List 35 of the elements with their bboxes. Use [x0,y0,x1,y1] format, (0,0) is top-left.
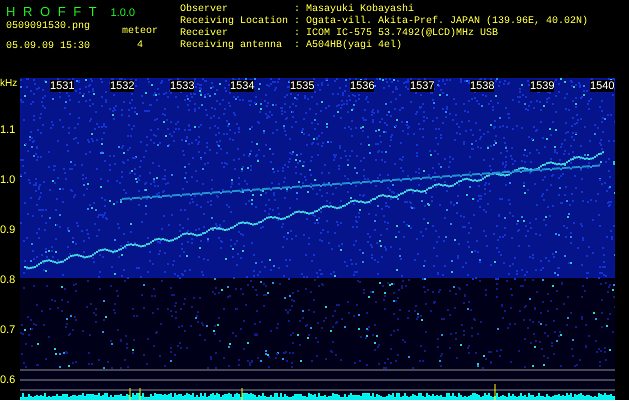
time-label: 1538 [470,80,494,92]
frequency-label: 1.0 [0,173,16,188]
frequency-label: 0.6 [0,373,16,388]
info-value: ICOM IC-575 53.7492(@LCD)MHz USB [306,28,498,40]
unit-label: kHz [0,78,18,90]
time-label: 1536 [350,80,374,92]
info-value: Masayuki Kobayashi [306,4,414,16]
frequency-label: 0.9 [0,223,16,238]
file-name: 0509091530.png [6,21,92,33]
frequency-label: 0.7 [0,323,16,338]
info-label: Receiving Location [180,16,290,28]
app-name: H R O F F T [6,4,99,19]
meteor-label: meteor [122,26,158,38]
time-label: 1531 [50,80,74,92]
info-separator: : [294,16,302,28]
time-label: 1532 [110,80,134,92]
meteor-count: 4 [137,40,144,52]
time-label: 1535 [290,80,314,92]
info-label: Receiving antenna [180,40,284,52]
time-label: 1533 [170,80,194,92]
frequency-label: 0.8 [0,273,16,288]
info-separator: : [294,4,302,16]
info-separator: : [294,28,302,40]
time-label: 1534 [230,80,254,92]
timestamp: 05.09.09 15:30 [6,41,92,53]
info-separator: : [294,40,302,52]
frequency-label: 1.1 [0,123,16,138]
info-value: Ogata-vill. Akita-Pref. JAPAN (139.96E, 40.02N) [306,16,588,28]
time-label: 1539 [530,80,554,92]
app-version: 1.0.0 [110,7,136,19]
time-label: 1537 [410,80,434,92]
info-label: Observer [180,4,230,16]
info-value: A504HB(yagi 4el) [306,40,402,52]
time-label: 1540 [590,80,614,92]
info-label: Receiver [180,28,230,40]
